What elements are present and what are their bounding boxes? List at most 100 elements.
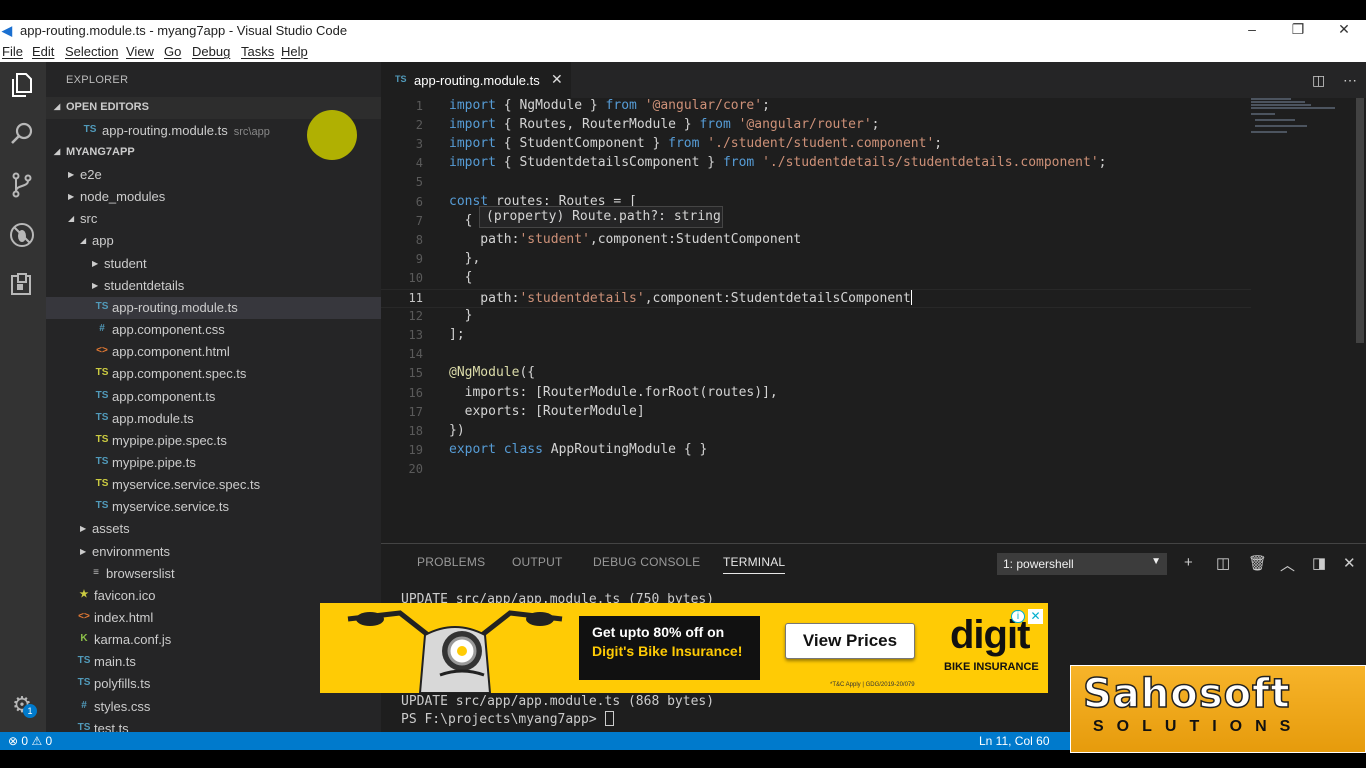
tab-output[interactable]: OUTPUT (512, 555, 563, 569)
ad-close-icon[interactable]: ✕ (1028, 609, 1043, 624)
tree-item[interactable]: ▶ assets (46, 518, 381, 540)
settings-badge: 1 (23, 704, 37, 718)
menu-selection[interactable]: Selection (65, 44, 118, 59)
tree-item[interactable]: TS app-routing.module.ts (46, 296, 381, 319)
source-control-icon[interactable] (7, 172, 37, 202)
restore-button[interactable]: ❐ (1275, 21, 1321, 41)
close-panel-icon[interactable]: ✕ (1343, 554, 1356, 572)
split-terminal-icon[interactable]: ◫ (1216, 554, 1230, 572)
terminal-prompt[interactable]: PS F:\projects\myang7app> (401, 711, 614, 727)
tree-item-label: app (92, 233, 114, 249)
error-icon: ⊗ (8, 734, 19, 748)
menu-view[interactable]: View (126, 44, 154, 59)
line-number: 2 (415, 118, 423, 133)
mouse-cursor-highlight (307, 110, 357, 160)
new-terminal-icon[interactable]: + (1184, 554, 1193, 571)
toggle-panel-icon[interactable]: ◨ (1312, 554, 1326, 572)
tree-item[interactable]: # app.component.css (46, 319, 381, 341)
code-text: } (449, 308, 473, 324)
code-line: 10 { (381, 270, 1251, 289)
typescript-file-icon: TS (395, 74, 407, 84)
open-editor-path: src\app (233, 126, 270, 138)
tree-item[interactable]: TS mypipe.pipe.spec.ts (46, 430, 381, 452)
typescript-file-icon: TS (95, 300, 109, 312)
problems-indicator[interactable]: ⊗ 0 ⚠ 0 (8, 734, 52, 748)
tree-item[interactable]: ▶ node_modules (46, 186, 381, 208)
tree-item[interactable]: ▶ environments (46, 541, 381, 563)
tree-item-label: src (80, 211, 98, 227)
terminal-select[interactable]: 1: powershell ▼ (997, 553, 1167, 575)
css-file-icon: # (81, 699, 87, 711)
minimap[interactable] (1251, 98, 1341, 138)
tree-item[interactable]: TS app.component.ts (46, 386, 381, 408)
tree-item[interactable]: ≡ browserslist (46, 563, 381, 585)
kill-terminal-icon[interactable]: 🗑 (1248, 554, 1267, 572)
warning-count: 0 (45, 734, 53, 748)
code-text: { (449, 269, 473, 285)
adchoices-icon[interactable]: i (1011, 610, 1025, 623)
explorer-icon[interactable] (7, 72, 37, 102)
tree-item[interactable]: TS myservice.service.ts (46, 496, 381, 518)
code-text: import { Routes, RouterModule } from '@a… (449, 117, 880, 133)
menu-help[interactable]: Help (281, 44, 308, 59)
tree-item-label: karma.conf.js (94, 632, 172, 648)
tab-terminal[interactable]: TERMINAL (723, 555, 786, 574)
search-icon[interactable] (7, 122, 37, 152)
favicon-file-icon: ★ (79, 588, 89, 600)
menu-tasks[interactable]: Tasks (241, 44, 274, 59)
tree-item-label: mypipe.pipe.spec.ts (112, 432, 227, 448)
tree-item[interactable]: TS app.module.ts (46, 408, 381, 430)
tree-item[interactable]: TS mypipe.pipe.ts (46, 452, 381, 474)
code-line: 5 (381, 174, 1251, 193)
typescript-file-icon: TS (83, 124, 97, 135)
tree-item[interactable]: ▶ student (46, 253, 381, 275)
menu-file[interactable]: File (2, 44, 23, 59)
debug-icon[interactable] (7, 222, 37, 252)
view-prices-button[interactable]: View Prices (785, 623, 915, 659)
more-actions-icon[interactable]: ⋯ (1343, 72, 1357, 89)
tree-item-label: index.html (94, 610, 154, 625)
split-editor-icon[interactable]: ◫ (1312, 72, 1325, 89)
line-number: 6 (415, 194, 423, 209)
line-number: 17 (408, 404, 423, 419)
editor-scrollbar-thumb[interactable] (1356, 98, 1364, 343)
tree-item-label: app.module.ts (112, 410, 194, 426)
tree-item[interactable]: TS myservice.service.spec.ts (46, 474, 381, 496)
tree-item[interactable]: TS test.ts (46, 718, 381, 732)
menu-go[interactable]: Go (164, 44, 181, 59)
ad-banner[interactable]: Get upto 80% off on Digit's Bike Insuran… (320, 603, 1048, 693)
tab-app-routing-module[interactable]: TS app-routing.module.ts ✕ (381, 62, 571, 98)
tab-problems[interactable]: PROBLEMS (417, 555, 485, 569)
extensions-icon[interactable] (7, 272, 37, 302)
tree-item[interactable]: # styles.css (46, 696, 381, 718)
cursor-position[interactable]: Ln 11, Col 60 (979, 734, 1050, 748)
explorer-header: EXPLORER (66, 74, 129, 86)
terminal-line: UPDATE src/app/app.module.ts (868 bytes) (401, 694, 715, 709)
tree-item-label: assets (92, 521, 130, 537)
maximize-panel-icon[interactable]: ︿ (1280, 554, 1295, 575)
minimize-button[interactable]: – (1229, 21, 1275, 41)
typescript-file-icon: TS (95, 455, 109, 467)
tree-item[interactable]: ▶ studentdetails (46, 275, 381, 297)
tree-item[interactable]: ▶ e2e (46, 164, 381, 186)
line-number: 3 (415, 137, 423, 152)
close-tab-icon[interactable]: ✕ (551, 71, 563, 88)
code-line: 14 (381, 346, 1251, 365)
menu-edit[interactable]: Edit (32, 44, 54, 59)
tree-item-label: polyfills.ts (94, 676, 151, 692)
chevron-right-icon: ▶ (92, 280, 99, 290)
watermark-title: Sahosoft (1082, 671, 1291, 717)
code-editor[interactable]: 1 import { NgModule } from '@angular/core… (381, 98, 1366, 543)
close-window-button[interactable]: ✕ (1321, 21, 1366, 41)
code-line: 17 exports: [RouterModule] (381, 404, 1251, 423)
code-line: 3 import { StudentComponent } from './stu… (381, 136, 1251, 155)
tree-item[interactable]: <> app.component.html (46, 341, 381, 363)
menu-debug[interactable]: Debug (192, 44, 230, 59)
tree-item-label: mypipe.pipe.ts (112, 454, 196, 470)
code-text: import { NgModule } from '@angular/core'… (449, 98, 770, 113)
tree-item[interactable]: ◢ app (46, 230, 381, 252)
tree-item[interactable]: ◢ src (46, 208, 381, 230)
tree-item[interactable]: TS app.component.spec.ts (46, 363, 381, 385)
settings-gear-icon[interactable]: ⚙ 1 (7, 690, 37, 720)
tab-debug-console[interactable]: DEBUG CONSOLE (593, 555, 700, 569)
